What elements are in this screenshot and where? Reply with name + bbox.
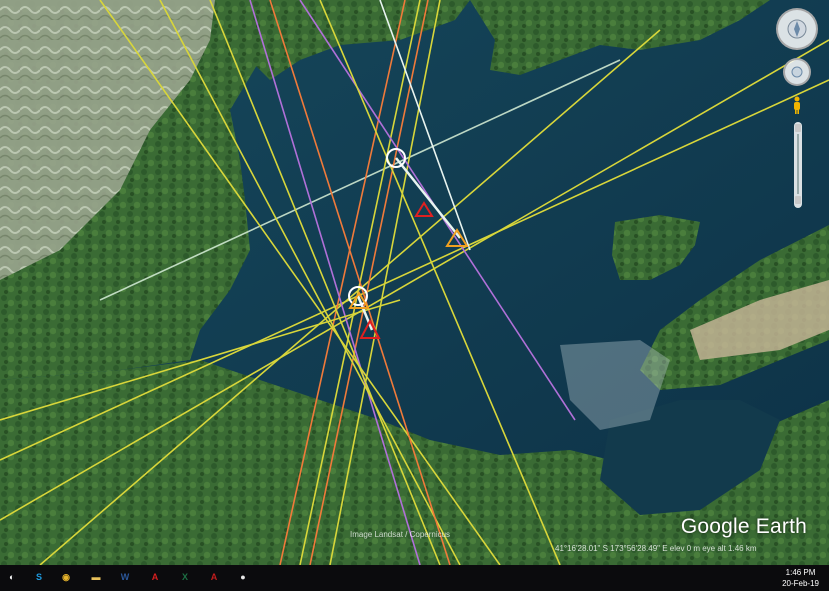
pegman-icon[interactable] <box>792 96 802 114</box>
clock-date: 20-Feb-19 <box>782 579 819 588</box>
map-viewport[interactable]: Image Landsat / Copernicus 41°16'28.01" … <box>0 0 829 565</box>
start-button-icon[interactable]: ◐ <box>4 569 20 585</box>
file-explorer-icon[interactable]: ▬ <box>88 569 104 585</box>
windows-taskbar: ◐ S ◉ ▬ W A X A ● 1:46 PM 20-Feb-19 <box>0 565 829 591</box>
look-icon <box>791 66 803 78</box>
google-earth-app-icon[interactable]: ● <box>235 569 251 585</box>
satellite-imagery <box>0 0 829 565</box>
acrobat-reader-icon[interactable]: A <box>206 569 222 585</box>
google-earth-watermark: Google Earth <box>680 515 807 538</box>
acrobat-icon[interactable]: A <box>147 569 163 585</box>
zoom-slider-icon <box>795 124 801 204</box>
zoom-slider[interactable] <box>794 122 802 208</box>
chrome-icon[interactable]: ◉ <box>58 569 74 585</box>
look-joystick-icon[interactable] <box>783 58 811 86</box>
word-icon[interactable]: W <box>117 569 133 585</box>
excel-icon[interactable]: X <box>177 569 193 585</box>
pegman-figure-icon <box>794 96 800 114</box>
imagery-credit: Image Landsat / Copernicus <box>350 530 451 539</box>
skype-icon[interactable]: S <box>31 569 47 585</box>
compass-control-icon[interactable] <box>776 8 818 50</box>
coordinate-readout: 41°16'28.01" S 173°56'28.49" E elev 0 m … <box>555 544 757 553</box>
clock-time: 1:46 PM <box>785 568 816 577</box>
compass-icon <box>787 19 807 39</box>
system-clock[interactable]: 1:46 PM 20-Feb-19 <box>782 567 819 589</box>
